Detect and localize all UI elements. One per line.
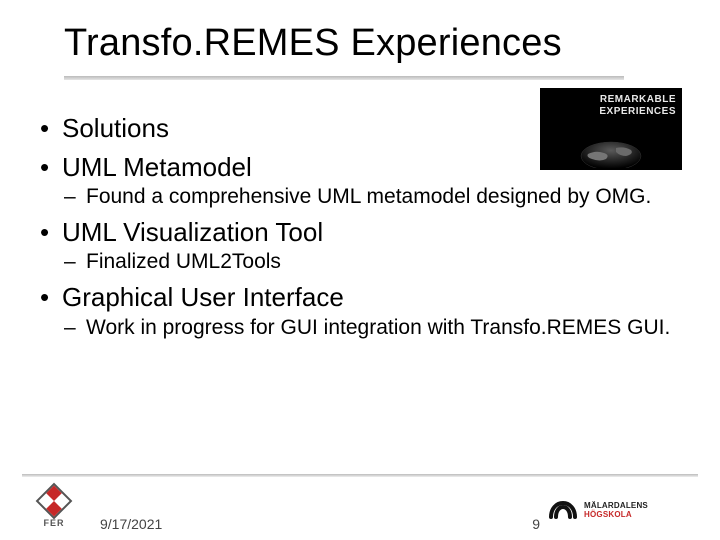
sub-bullet-text: Found a comprehensive UML metamodel desi… [86, 185, 651, 208]
badge-line-1: REMARKABLE [600, 94, 676, 105]
bullet-text: Solutions [62, 113, 169, 143]
mdh-label-1: MÄLARDALENS [584, 502, 648, 510]
slide-title: Transfo.REMES Experiences [64, 22, 682, 65]
sub-bullet-text: Finalized UML2Tools [86, 250, 281, 273]
sub-bullet-text: Work in progress for GUI integration wit… [86, 316, 670, 339]
list-item: Graphical User Interface Work in progres… [36, 281, 684, 340]
mdh-label-2: HÖGSKOLA [584, 511, 648, 519]
mdh-logo: MÄLARDALENS HÖGSKOLA [548, 490, 698, 530]
fer-logo: FER [26, 488, 82, 528]
slide: Transfo.REMES Experiences REMARKABLE EXP… [0, 0, 720, 540]
mdh-mark-icon [548, 497, 578, 523]
bullet-list: Solutions UML Metamodel Found a comprehe… [36, 112, 684, 340]
title-underline [64, 76, 624, 80]
bullet-text: Graphical User Interface [62, 282, 344, 312]
sub-bullet-list: Found a comprehensive UML metamodel desi… [62, 185, 684, 210]
list-item: UML Visualization Tool Finalized UML2Too… [36, 216, 684, 275]
sub-bullet-list: Work in progress for GUI integration wit… [62, 316, 684, 341]
list-item: UML Metamodel Found a comprehensive UML … [36, 151, 684, 210]
list-item: Found a comprehensive UML metamodel desi… [62, 185, 684, 210]
page-number: 9 [532, 516, 540, 532]
footer: FER 9/17/2021 9 MÄLARDALENS HÖGSKOLA [0, 474, 720, 540]
fer-label: FER [44, 518, 65, 528]
fer-diamond-icon [36, 483, 73, 520]
footer-rule [22, 474, 698, 477]
list-item: Work in progress for GUI integration wit… [62, 316, 684, 341]
bullet-text: UML Visualization Tool [62, 217, 323, 247]
sub-bullet-list: Finalized UML2Tools [62, 250, 684, 275]
bullet-text: UML Metamodel [62, 152, 252, 182]
list-item: Finalized UML2Tools [62, 250, 684, 275]
content-area: Solutions UML Metamodel Found a comprehe… [36, 106, 684, 340]
footer-date: 9/17/2021 [100, 516, 162, 532]
list-item: Solutions [36, 112, 684, 145]
